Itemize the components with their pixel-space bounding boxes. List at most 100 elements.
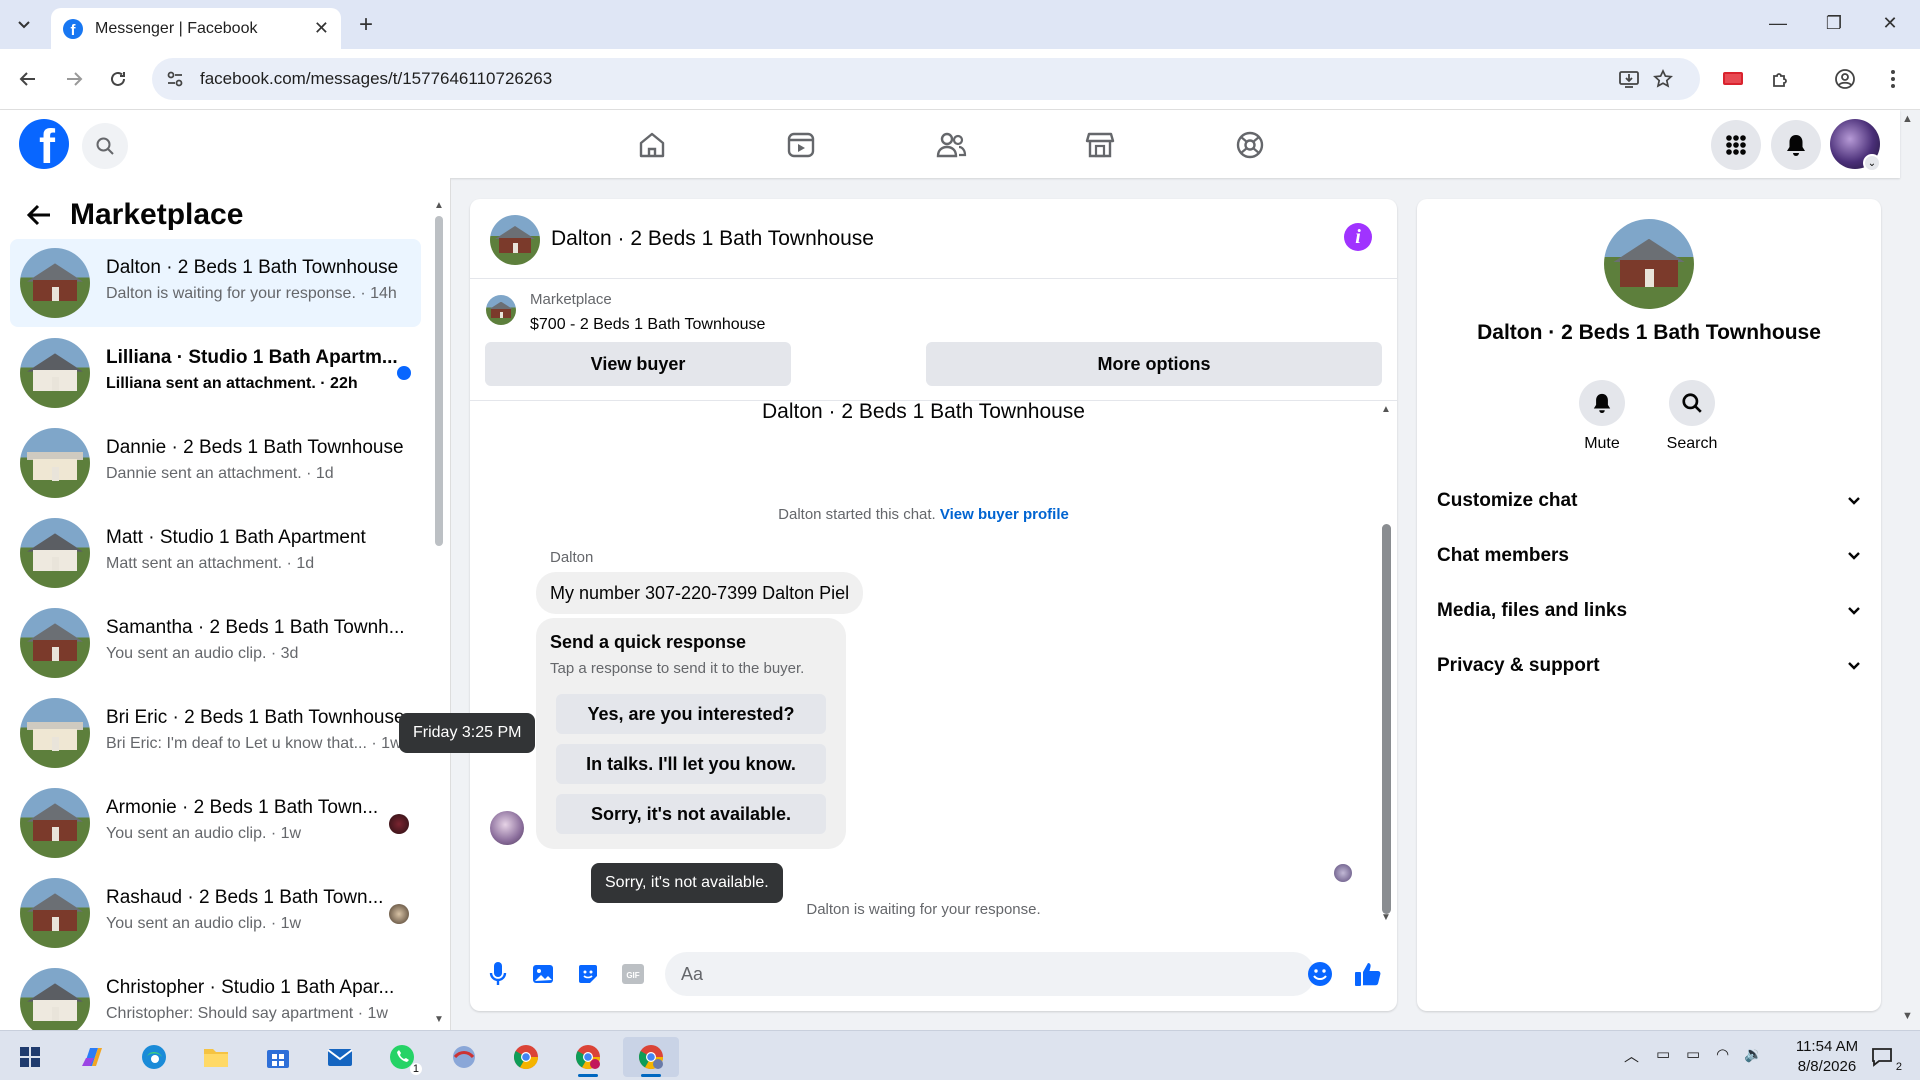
message-bubble[interactable]: My number 307-220-7399 Dalton Piel: [536, 572, 864, 614]
chat-members-row[interactable]: Chat members: [1437, 536, 1861, 576]
scrollbar-thumb[interactable]: [1382, 524, 1391, 914]
edge-taskbar-icon[interactable]: [130, 1037, 178, 1077]
reload-button[interactable]: [102, 63, 134, 95]
scroll-down-icon[interactable]: ▼: [1381, 912, 1391, 923]
chat-info-panel: Dalton · 2 Beds 1 Bath Townhouse Mute Se…: [1417, 199, 1881, 1011]
conversation-item[interactable]: Dalton · 2 Beds 1 Bath Townhouse Dalton …: [10, 239, 421, 327]
page-scroll-down-icon[interactable]: ▼: [1902, 1010, 1913, 1022]
chrome-active-taskbar-icon[interactable]: [623, 1037, 679, 1077]
scroll-up-icon[interactable]: ▲: [434, 200, 444, 211]
wifi-icon[interactable]: ◠: [1716, 1045, 1729, 1063]
browser-tab-messenger[interactable]: f Messenger | Facebook ✕: [51, 8, 341, 49]
facebook-search-button[interactable]: [82, 123, 128, 169]
quick-response-option[interactable]: Yes, are you interested?: [556, 694, 826, 734]
sender-avatar[interactable]: [490, 811, 524, 845]
app-taskbar-icon[interactable]: [440, 1037, 488, 1077]
chat-title[interactable]: Dalton · 2 Beds 1 Bath Townhouse: [551, 227, 874, 251]
info-icon[interactable]: i: [1344, 223, 1372, 251]
emoji-icon[interactable]: [1305, 959, 1335, 989]
mail-taskbar-icon[interactable]: [316, 1037, 364, 1077]
sticker-icon[interactable]: [573, 959, 603, 989]
quick-response-option[interactable]: In talks. I'll let you know.: [556, 744, 826, 784]
microphone-icon[interactable]: [483, 959, 513, 989]
store-taskbar-icon[interactable]: [254, 1037, 302, 1077]
notifications-button[interactable]: [1771, 120, 1821, 170]
account-chevron-icon[interactable]: ⌄: [1863, 154, 1881, 172]
nav-video[interactable]: [756, 120, 846, 170]
more-options-button[interactable]: More options: [926, 342, 1382, 386]
chrome-profile-taskbar-icon[interactable]: [564, 1037, 612, 1077]
back-arrow-button[interactable]: [22, 198, 56, 232]
file-explorer-taskbar-icon[interactable]: [192, 1037, 240, 1077]
view-buyer-button[interactable]: View buyer: [485, 342, 791, 386]
listing-thumbnail: [20, 248, 90, 318]
bookmark-star-icon[interactable]: [1648, 67, 1678, 91]
scroll-down-icon[interactable]: ▼: [434, 1014, 444, 1025]
scroll-up-icon[interactable]: ▲: [1381, 404, 1391, 415]
conversation-item[interactable]: Christopher · Studio 1 Bath Apar... Chri…: [10, 959, 421, 1030]
video-icon: [787, 132, 815, 158]
menu-grid-button[interactable]: [1711, 120, 1761, 170]
mute-action[interactable]: Mute: [1562, 380, 1642, 453]
gif-icon[interactable]: GIF: [618, 959, 648, 989]
address-bar[interactable]: facebook.com/messages/t/1577646110726263: [152, 58, 1700, 100]
quick-response-option[interactable]: Sorry, it's not available.: [556, 794, 826, 834]
listing-thumbnail: [20, 518, 90, 588]
profile-icon[interactable]: [1828, 62, 1862, 96]
extension-red-icon[interactable]: [1716, 62, 1750, 96]
tray-chevron-up-icon[interactable]: ︿: [1624, 1045, 1639, 1066]
close-tab-icon[interactable]: ✕: [314, 18, 329, 39]
forward-button[interactable]: [58, 63, 90, 95]
conversation-list-scrollbar[interactable]: ▲ ▼: [432, 200, 446, 1025]
conversation-item[interactable]: Dannie · 2 Beds 1 Bath Townhouse Dannie …: [10, 419, 421, 507]
nav-home[interactable]: [607, 120, 697, 170]
privacy-support-row[interactable]: Privacy & support: [1437, 646, 1861, 686]
conversation-preview: You sent an audio clip. · 1w: [106, 825, 302, 842]
page-scroll-up-icon[interactable]: ▲: [1902, 113, 1913, 125]
whatsapp-taskbar-icon[interactable]: 1: [378, 1037, 426, 1077]
install-app-icon[interactable]: [1614, 67, 1644, 91]
conversation-item[interactable]: Matt · Studio 1 Bath Apartment Matt sent…: [10, 509, 421, 597]
customize-chat-row[interactable]: Customize chat: [1437, 481, 1861, 521]
new-tab-button[interactable]: +: [352, 11, 380, 38]
site-info-icon[interactable]: [166, 70, 184, 88]
nav-gaming[interactable]: [1205, 120, 1295, 170]
start-button[interactable]: [6, 1037, 54, 1077]
conversation-preview: Bri Eric: I'm deaf to Let u know that...…: [106, 735, 402, 752]
volume-icon[interactable]: 🔉: [1744, 1045, 1763, 1063]
conversation-item[interactable]: Bri Eric · 2 Beds 1 Bath Townhouse Bri E…: [10, 689, 421, 777]
chrome-taskbar-icon[interactable]: [502, 1037, 550, 1077]
conversation-item[interactable]: Armonie · 2 Beds 1 Bath Town... You sent…: [10, 779, 421, 867]
extensions-puzzle-icon[interactable]: [1764, 62, 1798, 96]
chevron-down-icon: [1848, 607, 1860, 615]
nav-friends[interactable]: [906, 120, 996, 170]
tab-search-button[interactable]: [10, 12, 38, 38]
facebook-logo[interactable]: f: [19, 119, 69, 169]
seen-avatar: [1334, 864, 1352, 882]
message-input[interactable]: Aa: [665, 952, 1315, 996]
back-button[interactable]: [12, 63, 44, 95]
photo-icon[interactable]: [528, 959, 558, 989]
close-window-button[interactable]: ✕: [1862, 8, 1918, 38]
conversation-name: Lilliana · Studio 1 Bath Apartm...: [106, 347, 398, 368]
browser-menu-icon[interactable]: [1876, 62, 1910, 96]
search-action[interactable]: Search: [1652, 380, 1732, 453]
restore-button[interactable]: ❐: [1806, 8, 1862, 38]
notification-center-button[interactable]: 2: [1860, 1037, 1904, 1077]
thumbs-up-icon[interactable]: [1353, 959, 1383, 989]
nav-marketplace[interactable]: [1055, 120, 1145, 170]
copilot-taskbar-icon[interactable]: [68, 1037, 116, 1077]
minimize-button[interactable]: —: [1750, 8, 1806, 38]
conversation-item[interactable]: Samantha · 2 Beds 1 Bath Townh... You se…: [10, 599, 421, 687]
media-files-links-row[interactable]: Media, files and links: [1437, 591, 1861, 631]
messages-scrollbar[interactable]: ▲ ▼: [1378, 404, 1394, 924]
meet-now-icon[interactable]: ▭: [1656, 1045, 1670, 1063]
battery-icon[interactable]: ▭: [1686, 1045, 1700, 1063]
listing-price[interactable]: $700 - 2 Beds 1 Bath Townhouse: [530, 316, 765, 334]
conversation-item[interactable]: Lilliana · Studio 1 Bath Apartm... Lilli…: [10, 329, 421, 417]
gaming-icon: [1236, 131, 1264, 159]
chat-avatar[interactable]: [490, 215, 540, 265]
scrollbar-thumb[interactable]: [435, 216, 443, 546]
conversation-item[interactable]: Rashaud · 2 Beds 1 Bath Town... You sent…: [10, 869, 421, 957]
view-buyer-profile-link[interactable]: View buyer profile: [940, 506, 1069, 523]
